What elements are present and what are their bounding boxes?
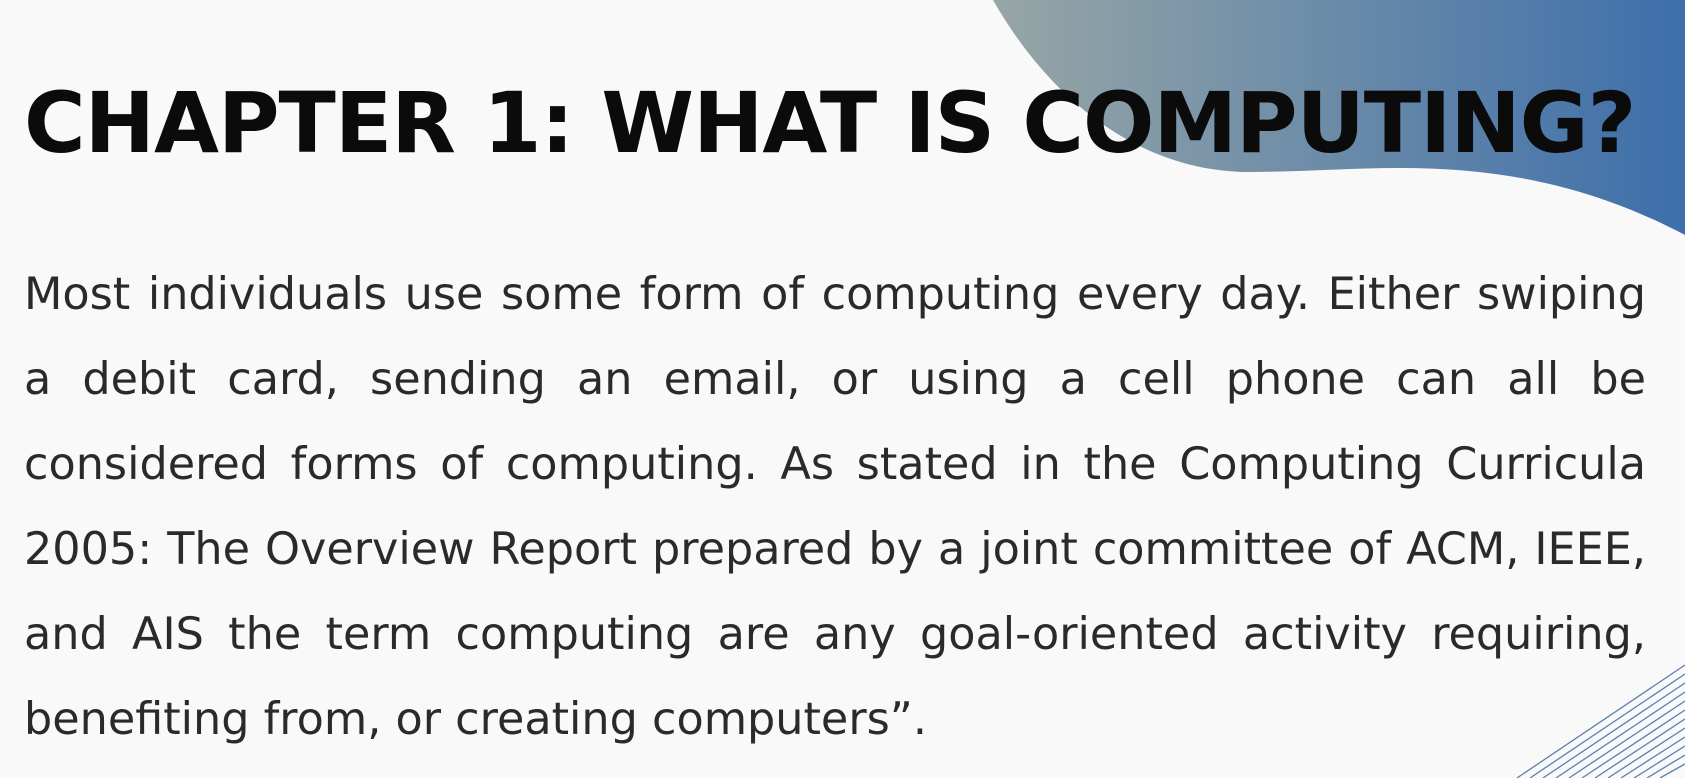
slide-body-paragraph: Most individuals use some form of comput… bbox=[24, 269, 1646, 745]
slide-title: CHAPTER 1: WHAT IS COMPUTING? bbox=[24, 74, 1636, 172]
